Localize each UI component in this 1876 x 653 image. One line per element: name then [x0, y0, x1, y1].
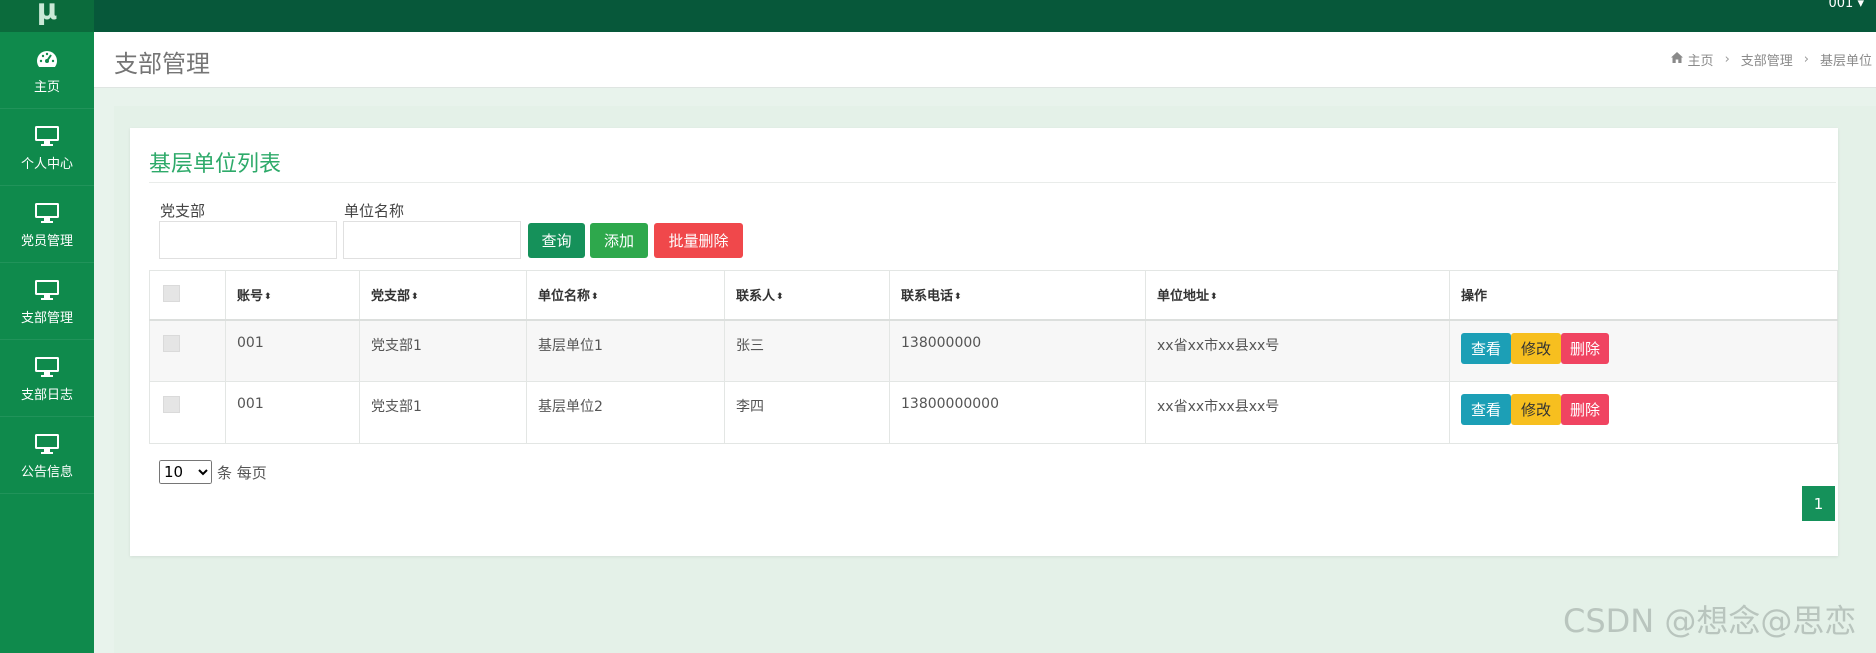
row-checkbox[interactable] — [163, 334, 180, 352]
page-size-control: 10 条 每页 — [159, 460, 267, 484]
watermark: CSDN @想念@思恋 — [1563, 602, 1857, 640]
unit-filter-label: 单位名称 — [344, 202, 405, 220]
column-header-label: 单位地址 — [1157, 289, 1210, 305]
sort-icon: ⬍ — [264, 292, 272, 303]
table-row: 001 党支部1 基层单位2 李四 13800000000 xx省xx市xx县x… — [149, 381, 1838, 444]
logo: μ — [0, 0, 94, 32]
cell-branch: 党支部1 — [359, 381, 527, 444]
branch-filter-input[interactable] — [159, 221, 337, 259]
monitor-icon — [33, 431, 61, 457]
select-all-cell — [149, 270, 226, 321]
add-button[interactable]: 添加 — [590, 223, 648, 258]
sidebar-item-label: 个人中心 — [20, 156, 73, 172]
page-title: 支部管理 — [114, 50, 210, 78]
cell-phone: 138000000 — [889, 319, 1146, 382]
breadcrumb-current: 基层单位 — [1819, 54, 1872, 69]
column-header-label: 联系电话 — [901, 289, 954, 305]
divider — [149, 182, 1836, 183]
column-header-label: 操作 — [1461, 289, 1488, 305]
column-header-label: 单位名称 — [538, 289, 591, 305]
sidebar-item-members[interactable]: 党员管理 — [0, 186, 94, 263]
cell-phone: 13800000000 — [889, 381, 1146, 444]
column-header-phone[interactable]: 联系电话⬍ — [889, 270, 1146, 321]
units-table: 账号⬍ 党支部⬍ 单位名称⬍ 联系人⬍ 联系电话⬍ 单位地址⬍ 操作 001 党… — [149, 270, 1838, 444]
list-panel: 基层单位列表 党支部 单位名称 查询 添加 批量删除 账号⬍ 党支部⬍ 单位名称… — [130, 128, 1838, 556]
home-icon — [1670, 52, 1683, 67]
monitor-icon — [33, 123, 61, 149]
view-button[interactable]: 查看 — [1461, 332, 1511, 364]
sidebar-item-label: 支部日志 — [20, 387, 73, 403]
cell-account: 001 — [225, 319, 360, 382]
sidebar-item-personal-center[interactable]: 个人中心 — [0, 109, 94, 186]
panel-title: 基层单位列表 — [149, 152, 282, 177]
breadcrumb-home[interactable]: 主页 — [1670, 50, 1714, 69]
column-header-branch[interactable]: 党支部⬍ — [359, 270, 527, 321]
page-header: 支部管理 主页 › 支部管理 › 基层单位 — [94, 32, 1876, 88]
row-select-cell — [149, 319, 226, 382]
breadcrumb: 主页 › 支部管理 › 基层单位 — [1670, 50, 1872, 69]
table-row: 001 党支部1 基层单位1 张三 138000000 xx省xx市xx县xx号… — [149, 319, 1838, 382]
column-header-actions: 操作 — [1449, 270, 1838, 321]
sort-icon: ⬍ — [776, 292, 784, 303]
edit-button[interactable]: 修改 — [1511, 332, 1561, 364]
row-select-cell — [149, 381, 226, 444]
page-size-suffix: 条 每页 — [217, 463, 267, 482]
sort-icon: ⬍ — [1210, 292, 1218, 303]
view-button[interactable]: 查看 — [1461, 394, 1511, 425]
delete-button[interactable]: 删除 — [1561, 332, 1609, 364]
top-bar: 001 ▾ — [94, 0, 1876, 32]
query-button[interactable]: 查询 — [528, 223, 585, 258]
column-header-account[interactable]: 账号⬍ — [225, 270, 360, 321]
table-header-row: 账号⬍ 党支部⬍ 单位名称⬍ 联系人⬍ 联系电话⬍ 单位地址⬍ 操作 — [149, 270, 1838, 321]
sort-icon: ⬍ — [591, 292, 599, 303]
breadcrumb-separator: › — [1724, 52, 1730, 67]
column-header-address[interactable]: 单位地址⬍ — [1145, 270, 1450, 321]
cell-actions: 查看 修改 删除 — [1449, 319, 1838, 382]
sidebar: μ 主页 个人中心 党员管理 支部管理 支部日志 公告信息 — [0, 0, 94, 653]
column-header-label: 党支部 — [371, 289, 411, 305]
column-header-label: 联系人 — [736, 289, 776, 305]
sidebar-item-branch-log[interactable]: 支部日志 — [0, 340, 94, 417]
sort-icon: ⬍ — [954, 292, 962, 303]
page-size-select[interactable]: 10 — [159, 460, 212, 484]
cell-actions: 查看 修改 删除 — [1449, 381, 1838, 444]
branch-filter-label: 党支部 — [160, 202, 206, 220]
sidebar-item-home[interactable]: 主页 — [0, 32, 94, 109]
cell-address: xx省xx市xx县xx号 — [1145, 381, 1450, 444]
sidebar-item-announcements[interactable]: 公告信息 — [0, 417, 94, 494]
breadcrumb-section[interactable]: 支部管理 — [1741, 50, 1793, 69]
cell-unit-name: 基层单位1 — [526, 319, 725, 382]
breadcrumb-separator: › — [1803, 52, 1809, 67]
sort-icon: ⬍ — [411, 292, 419, 303]
cell-address: xx省xx市xx县xx号 — [1145, 319, 1450, 382]
cell-contact: 张三 — [724, 319, 890, 382]
row-checkbox[interactable] — [163, 396, 180, 413]
cell-unit-name: 基层单位2 — [526, 381, 725, 444]
user-menu[interactable]: 001 ▾ — [1829, 0, 1864, 11]
column-header-unit-name[interactable]: 单位名称⬍ — [526, 270, 725, 321]
delete-button[interactable]: 删除 — [1561, 394, 1609, 425]
edit-button[interactable]: 修改 — [1511, 394, 1561, 425]
sidebar-item-label: 主页 — [33, 79, 60, 95]
monitor-icon — [33, 354, 61, 380]
sidebar-item-branch[interactable]: 支部管理 — [0, 263, 94, 340]
sidebar-item-label: 公告信息 — [20, 464, 73, 480]
cell-account: 001 — [225, 381, 360, 444]
monitor-icon — [33, 277, 61, 303]
unit-name-filter-input[interactable] — [343, 221, 521, 259]
column-header-label: 账号 — [237, 289, 264, 305]
monitor-icon — [33, 200, 61, 226]
sidebar-item-label: 支部管理 — [20, 310, 73, 326]
breadcrumb-home-label: 主页 — [1687, 54, 1714, 69]
cell-contact: 李四 — [724, 381, 890, 444]
sidebar-item-label: 党员管理 — [20, 233, 73, 249]
page-number-button[interactable]: 1 — [1802, 486, 1835, 521]
batch-delete-button[interactable]: 批量删除 — [654, 223, 743, 258]
cell-branch: 党支部1 — [359, 319, 527, 382]
logo-text: μ — [36, 0, 58, 26]
column-header-contact[interactable]: 联系人⬍ — [724, 270, 890, 321]
dashboard-icon — [33, 46, 61, 72]
select-all-checkbox[interactable] — [163, 284, 180, 302]
